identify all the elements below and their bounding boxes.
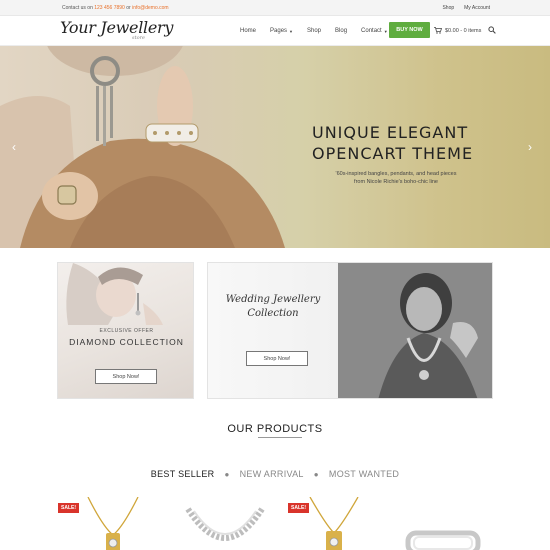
cart-summary: $0.00 - 0 items	[445, 27, 482, 34]
tab-most-wanted[interactable]: MOST WANTED	[329, 469, 399, 479]
nav-item-shop[interactable]: Shop	[307, 28, 321, 34]
contact-info: Contact us on 123 456 7890 or info@demo.…	[62, 5, 169, 11]
chevron-down-icon: ▼	[383, 28, 388, 34]
product-card[interactable]: SALE!	[58, 497, 168, 550]
tab-new-arrival[interactable]: NEW ARRIVAL	[240, 469, 304, 479]
cart-button[interactable]: $0.00 - 0 items	[434, 27, 481, 34]
hero-title: UNIQUE ELEGANT OPENCART THEME	[312, 122, 473, 164]
product-card[interactable]: SALE!	[288, 497, 398, 550]
shop-link[interactable]: Shop	[442, 5, 454, 11]
wedding-collection-banner[interactable]: Wedding Jewellery Collection Shop Now!	[207, 262, 493, 399]
banner-script-line-2: Collection	[247, 308, 299, 319]
hero-caption-line-1: '60s-inspired bangles, pendants, and hea…	[335, 171, 457, 177]
tab-separator: ●	[313, 469, 319, 479]
logo-text: Your Jewellery	[60, 18, 174, 37]
nav-item-pages[interactable]: Pages ▼	[270, 28, 293, 34]
bracelet-icon	[405, 530, 481, 550]
phone-link[interactable]: 123 456 7890	[94, 5, 125, 11]
nav-item-contact[interactable]: Contact ▼	[361, 28, 388, 34]
nav-label: Home	[240, 28, 257, 34]
contact-prefix: Contact us on	[62, 5, 93, 11]
cart-icon	[434, 27, 442, 34]
contact-or: or	[126, 5, 131, 11]
diamond-collection-banner[interactable]: EXCLUSIVE OFFER DIAMOND COLLECTION Shop …	[57, 262, 194, 399]
hero-caption-line-2: from Nicole Richie's boho-chic line	[354, 179, 438, 185]
product-tabs: BEST SELLER ● NEW ARRIVAL ● MOST WANTED	[0, 469, 550, 479]
product-card[interactable]	[400, 497, 510, 550]
tab-best-seller[interactable]: BEST SELLER	[151, 469, 215, 479]
site-logo[interactable]: Your Jewellery store	[60, 18, 174, 41]
nav-item-home[interactable]: Home	[240, 28, 256, 34]
wedding-model-image	[338, 263, 492, 398]
section-divider	[258, 437, 302, 438]
necklace-icon	[185, 507, 265, 541]
diamond-model-image	[66, 263, 163, 325]
nav-label: Pages	[270, 28, 288, 34]
hero-title-line-2: OPENCART THEME	[312, 144, 474, 163]
top-links: Shop My Account	[442, 5, 490, 11]
hero-model-image	[0, 46, 285, 248]
product-card[interactable]	[170, 497, 280, 550]
banner-script-line-1: Wedding Jewellery	[225, 294, 321, 305]
slider-next-button[interactable]: ›	[528, 140, 532, 154]
site-header: Your Jewellery store Home Pages ▼ Shop Bl…	[0, 16, 550, 46]
hero-slider: ‹ › UNIQUE ELEGANT OPENCART THEME '60s-i…	[0, 46, 550, 248]
buy-now-button[interactable]: BUY NOW	[389, 22, 430, 38]
hero-caption: '60s-inspired bangles, pendants, and hea…	[310, 170, 482, 186]
section-title: OUR PRODUCTS	[227, 423, 323, 435]
search-icon[interactable]	[488, 26, 496, 34]
nav-item-blog[interactable]: Blog	[335, 28, 347, 34]
shop-now-button[interactable]: Shop Now!	[246, 351, 308, 366]
my-account-link[interactable]: My Account	[464, 5, 490, 11]
nav-label: Blog	[335, 28, 348, 34]
email-link[interactable]: info@demo.com	[132, 5, 168, 11]
shop-now-button[interactable]: Shop Now!	[95, 369, 157, 384]
banner-kicker: EXCLUSIVE OFFER	[99, 328, 154, 334]
logo-subtext: store	[132, 35, 145, 41]
slider-prev-button[interactable]: ‹	[12, 140, 16, 154]
chevron-down-icon: ▼	[289, 28, 293, 34]
pendant-icon	[87, 497, 139, 550]
hero-title-line-1: UNIQUE ELEGANT	[312, 123, 469, 142]
tab-separator: ●	[224, 469, 230, 479]
nav-label: Shop	[307, 28, 322, 34]
nav-label: Contact	[361, 28, 382, 34]
banner-script-heading: Wedding Jewellery Collection	[208, 293, 338, 321]
top-bar: Contact us on 123 456 7890 or info@demo.…	[0, 0, 550, 16]
pendant-icon	[309, 497, 359, 550]
main-nav: Home Pages ▼ Shop Blog Contact ▼	[240, 16, 402, 46]
banner-heading: DIAMOND COLLECTION	[69, 337, 184, 347]
